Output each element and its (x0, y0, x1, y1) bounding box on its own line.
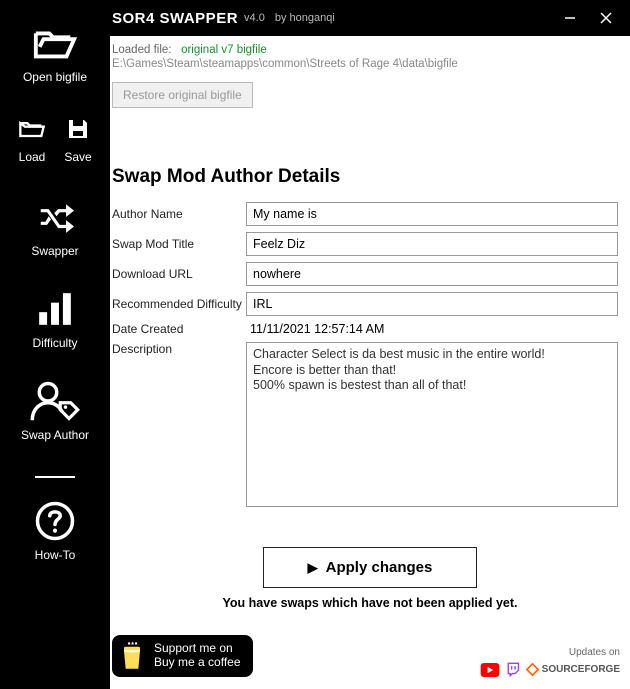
description-label: Description (112, 342, 246, 356)
apply-changes-button[interactable]: ▶ Apply changes (263, 547, 478, 588)
sidebar-save[interactable]: Save (62, 114, 94, 164)
sidebar-difficulty[interactable]: Difficulty (29, 288, 81, 350)
play-icon: ▶ (308, 560, 318, 576)
sidebar-label: Difficulty (32, 336, 77, 350)
save-icon (62, 114, 94, 144)
author-name-label: Author Name (112, 207, 246, 221)
sidebar-label: How-To (35, 548, 76, 562)
apply-button-label: Apply changes (326, 559, 433, 576)
sidebar-howto[interactable]: How-To (29, 500, 81, 562)
loaded-file-name: original v7 bigfile (181, 44, 267, 56)
recommended-difficulty-label: Recommended Difficulty (112, 297, 246, 311)
app-title: SOR4 SWAPPER (112, 10, 238, 27)
minimize-button[interactable] (552, 0, 588, 36)
buy-me-a-coffee-button[interactable]: Support me onBuy me a coffee (112, 635, 253, 677)
date-created-label: Date Created (112, 322, 246, 336)
sourceforge-link[interactable]: SOURCEFORGE (526, 663, 620, 676)
user-tag-icon (29, 380, 81, 422)
close-button[interactable] (588, 0, 624, 36)
sidebar-load[interactable]: Load (16, 114, 48, 164)
sidebar-swapper[interactable]: Swapper (29, 196, 81, 258)
coffee-cup-icon (120, 641, 146, 671)
sidebar-label: Load (19, 150, 46, 164)
section-title: Swap Mod Author Details (112, 166, 630, 188)
twitch-icon[interactable] (506, 662, 520, 677)
loaded-file-path: E:\Games\Steam\steamapps\common\Streets … (112, 58, 626, 70)
author-name-input[interactable] (246, 202, 618, 226)
sidebar-label: Save (64, 150, 91, 164)
mod-title-input[interactable] (246, 232, 618, 256)
recommended-difficulty-input[interactable] (246, 292, 618, 316)
updates-label: Updates on (480, 647, 620, 658)
folder-icon (16, 114, 48, 144)
app-author: by honganqi (275, 12, 335, 24)
sidebar-label: Open bigfile (23, 70, 87, 84)
description-textarea[interactable] (246, 342, 618, 507)
bars-icon (29, 288, 81, 330)
sidebar-label: Swapper (31, 244, 78, 258)
sidebar-open-bigfile[interactable]: Open bigfile (23, 22, 87, 84)
sidebar-swap-author[interactable]: Swap Author (21, 380, 89, 442)
mod-title-label: Swap Mod Title (112, 237, 246, 251)
app-version: v4.0 (244, 12, 265, 24)
sidebar-divider (35, 476, 75, 478)
folder-open-icon (29, 22, 81, 64)
help-icon (29, 500, 81, 542)
sidebar-label: Swap Author (21, 428, 89, 442)
restore-bigfile-button: Restore original bigfile (112, 82, 253, 108)
loaded-file-label: Loaded file: (112, 44, 171, 56)
unapplied-warning: You have swaps which have not been appli… (110, 596, 630, 610)
bmc-text: Support me onBuy me a coffee (154, 642, 241, 670)
titlebar: SOR4 SWAPPER v4.0 by honganqi (110, 0, 630, 36)
download-url-label: Download URL (112, 267, 246, 281)
date-created-value: 11/11/2021 12:57:14 AM (246, 322, 384, 336)
shuffle-icon (29, 196, 81, 238)
youtube-icon[interactable] (480, 663, 500, 677)
download-url-input[interactable] (246, 262, 618, 286)
